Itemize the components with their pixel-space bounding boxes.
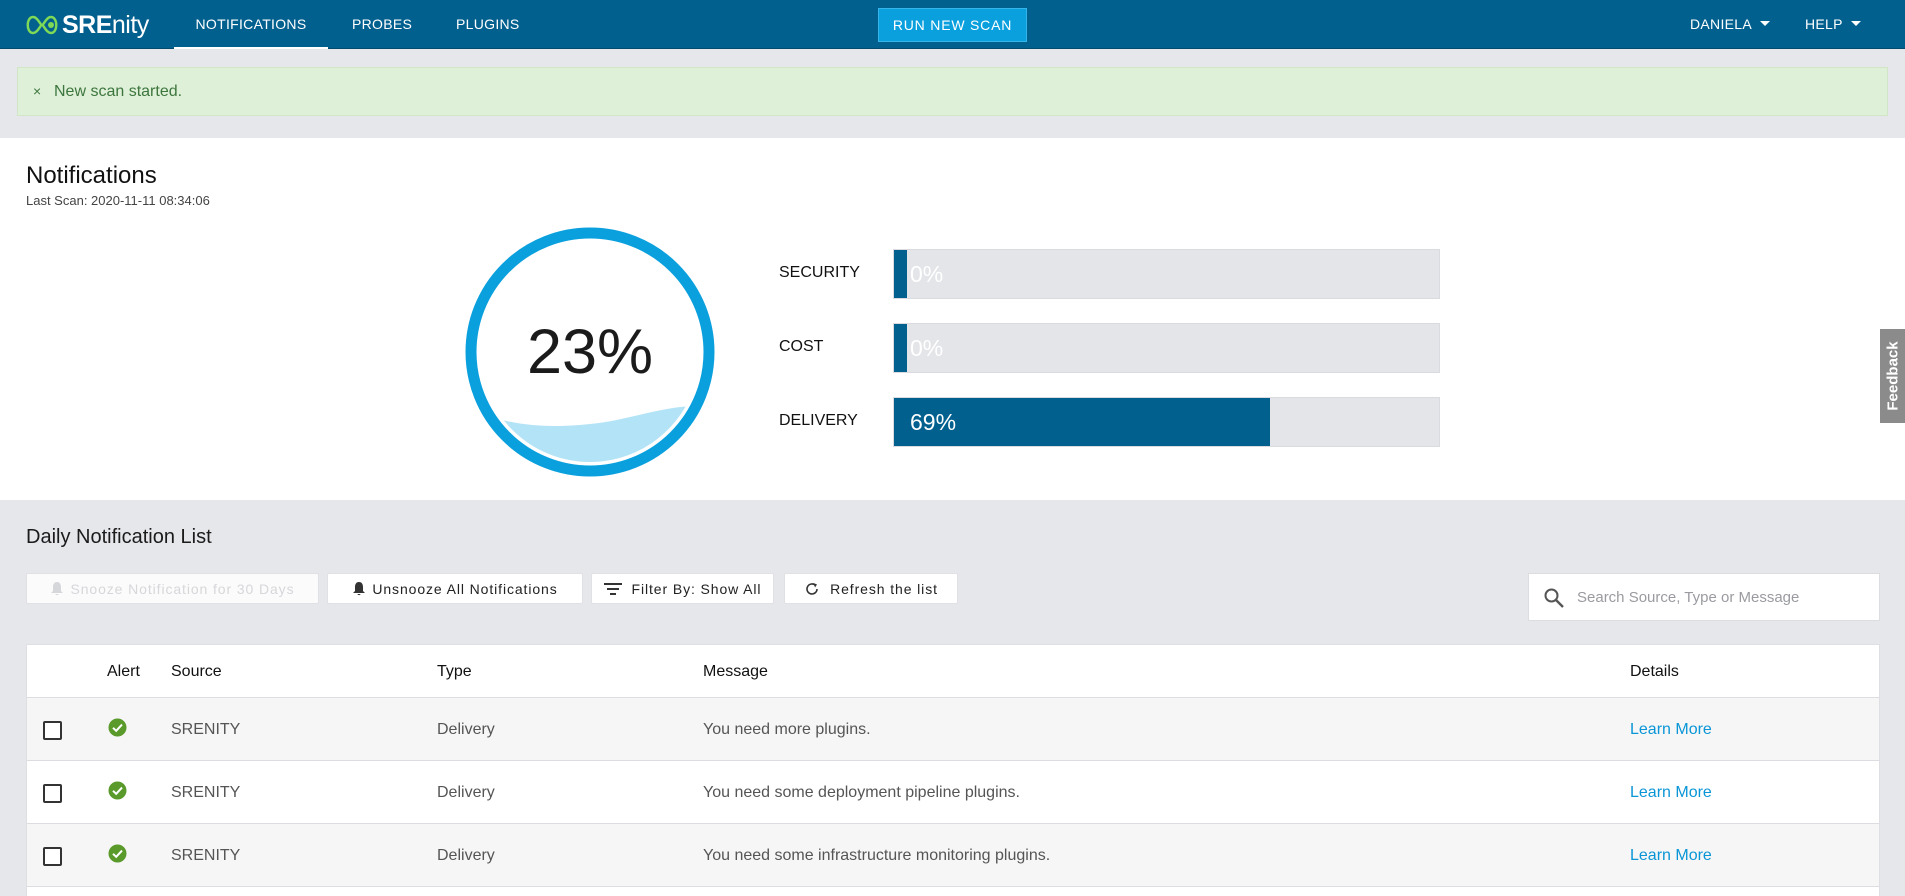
help-menu-label: HELP — [1805, 16, 1843, 32]
filter-button[interactable]: Filter By: Show All — [591, 573, 774, 604]
row-message: You need some deployment pipeline plugin… — [703, 784, 1020, 801]
delivery-progress-value: 69% — [910, 409, 957, 435]
filter-button-label: Filter By: Show All — [631, 580, 762, 597]
column-header-alert[interactable]: Alert — [107, 663, 140, 681]
help-menu[interactable]: HELP — [1805, 0, 1861, 49]
row-source: SRENITY — [171, 721, 241, 738]
bell-icon — [50, 581, 64, 597]
cost-progress-fill — [894, 324, 907, 372]
user-menu[interactable]: DANIELA — [1690, 0, 1771, 49]
row-type: Delivery — [437, 784, 495, 801]
learn-more-link[interactable]: Learn More — [1630, 784, 1712, 802]
learn-more-link[interactable]: Learn More — [1630, 847, 1712, 865]
last-scan-timestamp: Last Scan: 2020-11-11 08:34:06 — [26, 193, 210, 208]
table-row: SRENITY Delivery You need some deploymen… — [27, 761, 1879, 824]
app-name: SREnity — [62, 10, 149, 39]
chevron-down-icon — [1760, 20, 1771, 26]
unsnooze-all-button[interactable]: Unsnooze All Notifications — [327, 573, 583, 604]
table-row: SRENITY Delivery You need more plugins. … — [27, 698, 1879, 761]
cost-label: COST — [779, 338, 824, 355]
column-header-details[interactable]: Details — [1630, 663, 1679, 681]
close-icon[interactable]: × — [33, 68, 41, 115]
list-title: Daily Notification List — [26, 526, 212, 548]
learn-more-link[interactable]: Learn More — [1630, 721, 1712, 739]
row-message: You need more plugins. — [703, 721, 871, 738]
row-type: Delivery — [437, 721, 495, 738]
check-circle-icon — [108, 844, 127, 863]
app-logo[interactable]: SREnity — [24, 11, 149, 39]
bell-icon — [352, 581, 366, 597]
chevron-down-icon — [1850, 20, 1861, 26]
security-progress-fill — [894, 250, 907, 298]
security-progress-value: 0% — [910, 261, 944, 287]
tab-probes[interactable]: PROBES — [352, 0, 412, 49]
security-progress-bar: 0% — [893, 249, 1440, 299]
refresh-button-label: Refresh the list — [830, 580, 938, 597]
snooze-button-label: Snooze Notification for 30 Days — [70, 580, 295, 597]
row-checkbox[interactable] — [43, 847, 62, 866]
row-message: You need some infrastructure monitoring … — [703, 847, 1051, 864]
alert-message: New scan started. — [54, 83, 183, 100]
run-new-scan-button[interactable]: RUN NEW SCAN — [878, 8, 1027, 42]
feedback-tab[interactable]: Feedback — [1880, 329, 1905, 423]
search-input[interactable] — [1577, 574, 1867, 620]
row-source: SRENITY — [171, 784, 241, 801]
search-icon — [1543, 587, 1565, 614]
refresh-icon — [804, 581, 820, 597]
security-label: SECURITY — [779, 264, 860, 281]
table-row: SRENITY Delivery You need some infrastru… — [27, 824, 1879, 887]
feedback-label: Feedback — [1884, 341, 1901, 411]
search-box — [1528, 573, 1880, 621]
row-type: Delivery — [437, 847, 495, 864]
cost-progress-bar: 0% — [893, 323, 1440, 373]
snooze-button[interactable]: Snooze Notification for 30 Days — [26, 573, 319, 604]
user-menu-label: DANIELA — [1690, 16, 1753, 32]
refresh-list-button[interactable]: Refresh the list — [784, 573, 958, 604]
notification-table: Alert Source Type Message Details SRENIT… — [26, 644, 1880, 896]
column-header-type[interactable]: Type — [437, 663, 472, 681]
delivery-progress-bar: 69% — [893, 397, 1440, 447]
row-checkbox[interactable] — [43, 784, 62, 803]
filter-lines-icon — [603, 582, 622, 596]
column-header-message[interactable]: Message — [703, 663, 768, 681]
srenity-logo-icon — [26, 15, 58, 35]
row-source: SRENITY — [171, 847, 241, 864]
page-title: Notifications — [26, 162, 157, 189]
top-nav-bar: SREnity NOTIFICATIONS PROBES PLUGINS RUN… — [0, 0, 1905, 49]
check-circle-icon — [108, 781, 127, 800]
table-header: Alert Source Type Message Details — [27, 645, 1879, 698]
tab-notifications[interactable]: NOTIFICATIONS — [174, 0, 328, 49]
delivery-label: DELIVERY — [779, 412, 858, 429]
tab-plugins[interactable]: PLUGINS — [456, 0, 520, 49]
success-alert: × New scan started. — [17, 67, 1888, 116]
row-checkbox[interactable] — [43, 721, 62, 740]
check-circle-icon — [108, 718, 127, 737]
column-header-source[interactable]: Source — [171, 663, 222, 681]
unsnooze-button-label: Unsnooze All Notifications — [372, 580, 558, 597]
cost-progress-value: 0% — [910, 335, 944, 361]
overall-score-value: 23% — [526, 317, 654, 387]
summary-panel: Notifications Last Scan: 2020-11-11 08:3… — [0, 138, 1905, 500]
